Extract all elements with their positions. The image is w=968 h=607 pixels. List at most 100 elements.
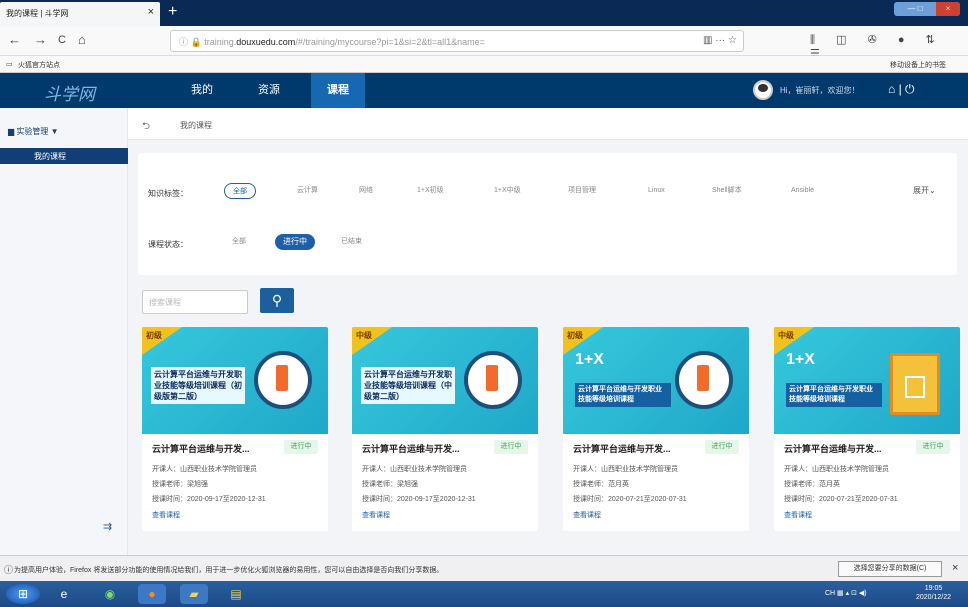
url-bar[interactable]: ⓘ 🔒 training.douxuedu.com/#/training/myc… [170, 30, 744, 52]
course-banner[interactable]: 中级 云计算平台运维与开发职业技能等级培训课程（中级第二版） [352, 327, 538, 434]
tag-project-mgmt[interactable]: 项目管理 [560, 183, 604, 199]
url-prefix: training. [204, 37, 237, 47]
clock-date: 2020/12/22 [916, 594, 952, 601]
course-title[interactable]: 云计算平台运维与开发... [784, 442, 882, 455]
knowledge-tag-label: 知识标签： [148, 189, 188, 198]
tag-1x-basic[interactable]: 1+X初级 [409, 183, 452, 199]
nav-courses[interactable]: 课程 [311, 73, 365, 108]
search-button[interactable]: ⚲ [260, 288, 294, 313]
status-all[interactable]: 全部 [224, 234, 254, 250]
tab-close-icon[interactable]: × [148, 6, 154, 18]
course-title[interactable]: 云计算平台运维与开发... [362, 442, 460, 455]
level-badge: 中级 [352, 327, 392, 355]
course-banner[interactable]: 初级 1+X 云计算平台运维与开发职业技能等级培训课程 [563, 327, 749, 434]
tag-network[interactable]: 网络 [351, 183, 381, 199]
banner-subtitle: 云计算平台运维与开发职业技能等级培训课程 [575, 383, 671, 407]
tag-linux[interactable]: Linux [640, 183, 673, 199]
folder-icon[interactable]: ▰ [180, 584, 208, 604]
view-course-link[interactable]: 查看课程 [784, 510, 812, 520]
notification-close-icon[interactable]: × [952, 562, 958, 574]
onex-label: 1+X [786, 351, 815, 368]
tag-shell[interactable]: Shell脚本 [704, 183, 750, 199]
status-badge: 进行中 [494, 440, 528, 454]
mobile-bookmarks[interactable]: 移动设备上的书签 [890, 60, 946, 70]
url-actions-icon[interactable]: ▥ ··· ☆ [703, 35, 737, 46]
course-card[interactable]: 中级 云计算平台运维与开发职业技能等级培训课程（中级第二版） 云计算平台运维与开… [352, 327, 538, 531]
browser-tab[interactable]: 我的课程 | 斗学网 × [0, 2, 160, 26]
sidebar-item-my-courses[interactable]: 我的课程 [0, 148, 128, 164]
tag-cloud[interactable]: 云计算 [289, 183, 326, 199]
course-creator: 开课人：山西职业技术学院管理员 [573, 466, 678, 473]
course-card[interactable]: 初级 云计算平台运维与开发职业技能等级培训课程（初级版第二版） 云计算平台运维与… [142, 327, 328, 531]
course-title[interactable]: 云计算平台运维与开发... [152, 442, 250, 455]
view-course-link[interactable]: 查看课程 [362, 510, 390, 520]
site-logo[interactable]: 斗学网 [44, 80, 95, 105]
bookmark-bar: ▭ 火狐官方站点 移动设备上的书签 [0, 56, 968, 73]
window-close-icon[interactable]: × [936, 2, 960, 16]
sidebar-group-label: 实验管理 ▼ [16, 127, 59, 136]
status-in-progress[interactable]: 进行中 [275, 234, 315, 250]
window-controls[interactable]: — □ × [894, 2, 960, 16]
back-icon[interactable]: ← [8, 32, 21, 47]
collapse-sidebar-icon[interactable]: ⇉ [103, 520, 112, 533]
site-info-icon[interactable]: ⓘ 🔒 [179, 37, 202, 47]
browser-tab-bar: 我的课程 | 斗学网 × + — □ × [0, 0, 968, 26]
status-badge: 进行中 [916, 440, 950, 454]
explorer-icon[interactable]: ▤ [222, 584, 250, 604]
back-arrow-icon[interactable]: ⮌ [142, 119, 150, 136]
course-card[interactable]: 初级 1+X 云计算平台运维与开发职业技能等级培训课程 云计算平台运维与开发..… [563, 327, 749, 531]
app-icon[interactable]: ◉ [96, 584, 124, 604]
course-period: 授课时间：2020-07-21至2020-07-31 [784, 496, 898, 503]
course-creator: 开课人：山西职业技术学院管理员 [784, 466, 889, 473]
tag-1x-mid[interactable]: 1+X中级 [486, 183, 529, 199]
course-card[interactable]: 中级 1+X 云计算平台运维与开发职业技能等级培训课程 云计算平台运维与开发..… [774, 327, 960, 531]
bookmark-firefox-official[interactable]: 火狐官方站点 [18, 60, 60, 70]
home-icon[interactable]: ⌂ [78, 32, 86, 47]
firefox-icon[interactable]: ● [138, 584, 166, 604]
banner-title: 云计算平台运维与开发职业技能等级培训课程（中级第二版） [361, 367, 455, 404]
search-input[interactable]: 搜索课程 [142, 290, 248, 314]
minimize-icon[interactable]: — □ [907, 4, 922, 13]
system-tray[interactable]: CH ▦ ▴ ⊡ ◀) [825, 589, 867, 597]
course-title[interactable]: 云计算平台运维与开发... [573, 442, 671, 455]
tag-all[interactable]: 全部 [224, 183, 256, 199]
status-ended[interactable]: 已结束 [333, 234, 370, 250]
header-actions-icon[interactable]: ⌂ | ⏻ [888, 82, 915, 97]
reload-icon[interactable]: C [58, 34, 66, 46]
course-period: 授课时间：2020-09-17至2020-12-31 [152, 496, 266, 503]
course-creator: 开课人：山西职业技术学院管理员 [152, 466, 257, 473]
view-course-link[interactable]: 查看课程 [152, 510, 180, 520]
course-teacher: 授课老师：范月英 [784, 481, 840, 488]
user-greeting: Hi，崔丽轩，欢迎您！ [780, 86, 860, 95]
browser-nav-bar: ← → C ⌂ ⓘ 🔒 training.douxuedu.com/#/trai… [0, 26, 968, 60]
taskbar-clock[interactable]: 19:05 2020/12/22 [916, 584, 951, 602]
course-banner[interactable]: 中级 1+X 云计算平台运维与开发职业技能等级培训课程 [774, 327, 960, 434]
ie-icon[interactable]: e [50, 584, 78, 604]
choose-data-button[interactable]: 选择您要分享的数据(C) [838, 561, 942, 577]
course-period: 授课时间：2020-09-17至2020-12-31 [362, 496, 476, 503]
clock-illustration-icon [464, 351, 522, 409]
sidebar-group-lab-management[interactable]: ▆ 实验管理 ▼ [8, 126, 59, 137]
forward-icon[interactable]: → [34, 32, 47, 47]
filter-panel: 知识标签： 全部 云计算 网络 1+X初级 1+X中级 项目管理 Linux S… [138, 153, 957, 275]
clock-illustration-icon [675, 351, 733, 409]
url-domain: douxuedu.com [236, 37, 296, 47]
expand-tags-button[interactable]: 展开⌄ [913, 185, 936, 196]
avatar[interactable] [753, 80, 773, 100]
tab-title: 我的课程 | 斗学网 [6, 9, 69, 18]
nav-mine[interactable]: 我的 [176, 73, 228, 108]
bookmark-folder-icon: ▭ [6, 61, 13, 68]
view-course-link[interactable]: 查看课程 [573, 510, 601, 520]
nav-resources[interactable]: 资源 [243, 73, 295, 108]
start-button[interactable]: ⊞ [6, 584, 40, 604]
course-banner[interactable]: 初级 云计算平台运维与开发职业技能等级培训课程（初级版第二版） [142, 327, 328, 434]
breadcrumb-current: 我的课程 [180, 121, 212, 130]
breadcrumb: ⮌ 我的课程 [128, 108, 968, 140]
notification-text: 为提高用户体验，Firefox 将发送部分功能的使用情况给我们，用于进一步优化火… [14, 567, 444, 574]
sidebar: ▆ 实验管理 ▼ 我的课程 ⇉ [0, 108, 128, 555]
course-teacher: 授课老师：范月英 [573, 481, 629, 488]
status-badge: 进行中 [705, 440, 739, 454]
tag-ansible[interactable]: Ansible [783, 183, 822, 199]
status-badge: 进行中 [284, 440, 318, 454]
new-tab-button[interactable]: + [168, 3, 177, 21]
